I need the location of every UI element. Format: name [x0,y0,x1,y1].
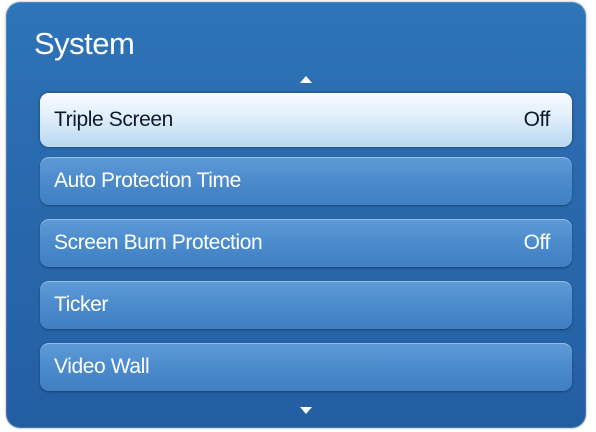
menu-title: System [34,26,135,61]
menu-item-screen-burn-protection[interactable]: Screen Burn Protection Off [40,219,572,267]
menu-item-label: Video Wall [54,355,150,378]
menu-item-label: Screen Burn Protection [54,231,263,254]
menu-item-value: Off [523,108,551,131]
menu-item-auto-protection-time[interactable]: Auto Protection Time [40,157,572,205]
menu-item-value: Off [523,231,551,254]
menu-item-triple-screen[interactable]: Triple Screen Off [40,93,572,147]
menu-list: Triple Screen Off Auto Protection Time S… [40,93,572,405]
menu-item-label: Triple Screen [54,108,173,131]
menu-item-label: Auto Protection Time [54,169,241,192]
menu-item-video-wall[interactable]: Video Wall [40,343,572,391]
system-menu-panel: System Triple Screen Off Auto Protection… [6,2,586,428]
menu-item-label: Ticker [54,293,108,316]
scroll-down-icon[interactable] [300,407,312,414]
scroll-up-icon[interactable] [300,76,312,83]
menu-item-ticker[interactable]: Ticker [40,281,572,329]
